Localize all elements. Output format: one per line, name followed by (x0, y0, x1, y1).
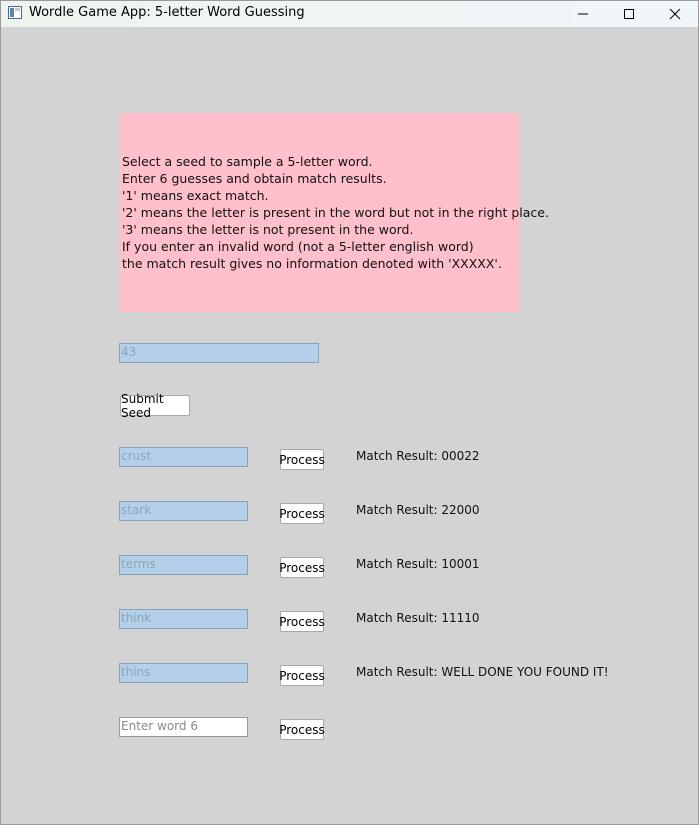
process-button-1[interactable]: Process (279, 449, 325, 470)
submit-seed-button[interactable]: Submit Seed (120, 392, 190, 420)
instruction-line: '1' means exact match. (122, 188, 269, 203)
guess-input-6[interactable]: Enter word 6 (119, 717, 248, 737)
guess-input-3[interactable]: terms (119, 555, 248, 575)
match-result-3: Match Result: 10001 (356, 557, 480, 571)
process-button-3[interactable]: Process (279, 557, 325, 578)
guess-input-5[interactable]: thins (119, 663, 248, 683)
process-button-2[interactable]: Process (279, 503, 325, 524)
instruction-line: '2' means the letter is present in the w… (122, 205, 549, 220)
process-button-6[interactable]: Process (279, 719, 325, 740)
minimize-icon (578, 13, 588, 15)
seed-input[interactable]: 43 (119, 343, 319, 363)
app-window: Wordle Game App: 5-letter Word Guessing … (0, 0, 699, 825)
match-result-2: Match Result: 22000 (356, 503, 480, 517)
app-icon (8, 6, 22, 19)
maximize-icon (624, 9, 634, 19)
guess-input-4[interactable]: think (119, 609, 248, 629)
instruction-line: Select a seed to sample a 5-letter word. (122, 154, 373, 169)
maximize-button[interactable] (606, 1, 652, 27)
close-button[interactable] (652, 1, 698, 27)
process-button-4[interactable]: Process (279, 611, 325, 632)
window-title: Wordle Game App: 5-letter Word Guessing (29, 5, 305, 20)
instructions-panel: Select a seed to sample a 5-letter word.… (119, 113, 549, 312)
instruction-line: '3' means the letter is not present in t… (122, 222, 414, 237)
match-result-5: Match Result: WELL DONE YOU FOUND IT! (356, 665, 609, 679)
process-button-5[interactable]: Process (279, 665, 325, 686)
close-icon (669, 8, 681, 20)
title-bar[interactable]: Wordle Game App: 5-letter Word Guessing (1, 1, 698, 27)
guess-input-2[interactable]: stark (119, 501, 248, 521)
match-result-4: Match Result: 11110 (356, 611, 480, 625)
instruction-line: Enter 6 guesses and obtain match results… (122, 171, 387, 186)
match-result-1: Match Result: 00022 (356, 449, 480, 463)
instruction-line: the match result gives no information de… (122, 256, 502, 271)
guess-input-1[interactable]: crust (119, 447, 248, 467)
minimize-button[interactable] (560, 1, 606, 27)
instruction-line: If you enter an invalid word (not a 5-le… (122, 239, 474, 254)
